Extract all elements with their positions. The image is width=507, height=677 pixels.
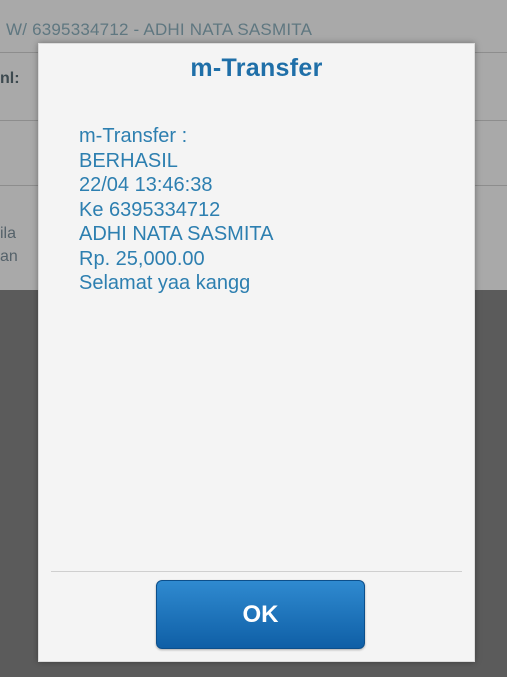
message-line-destination: Ke 6395334712 bbox=[79, 198, 221, 221]
message-line-recipient-name: ADHI NATA SASMITA bbox=[79, 223, 274, 245]
message-line-header: m-Transfer : bbox=[79, 125, 188, 147]
ok-button[interactable]: OK bbox=[156, 580, 365, 649]
transfer-result-dialog: m-Transfer m-Transfer : BERHASIL 22/04 1… bbox=[38, 43, 475, 662]
message-line-status: BERHASIL bbox=[79, 149, 178, 172]
background-label-fragment: ila bbox=[0, 225, 17, 242]
background-header-text: W/ 6395334712 - ADHI NATA SASMITA bbox=[6, 20, 313, 39]
dialog-message: m-Transfer : BERHASIL 22/04 13:46:38 Ke … bbox=[79, 124, 454, 296]
dialog-title: m-Transfer bbox=[190, 54, 323, 82]
message-line-note: Selamat yaa kangg bbox=[79, 272, 251, 294]
background-label-fragment: nl: bbox=[0, 70, 20, 87]
background-label-fragment: an bbox=[0, 248, 18, 265]
dialog-divider bbox=[51, 571, 462, 572]
message-line-datetime: 22/04 13:46:38 bbox=[79, 174, 213, 196]
message-line-amount: Rp. 25,000.00 bbox=[79, 247, 205, 270]
